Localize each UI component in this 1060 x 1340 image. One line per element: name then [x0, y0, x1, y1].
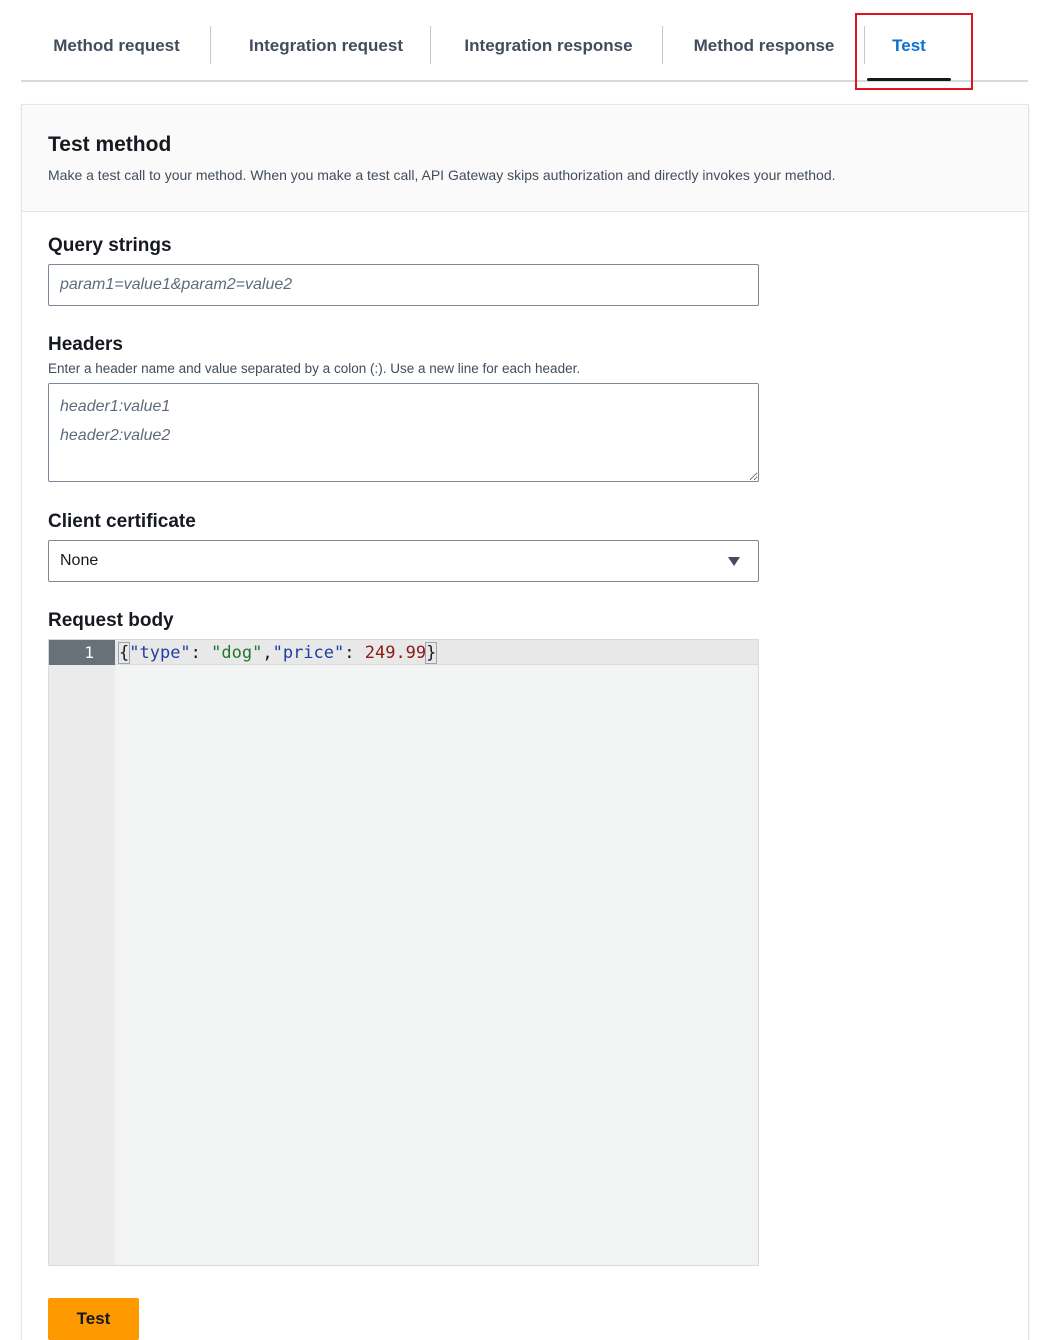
request-body-editor[interactable]: 1 {"type": "dog", "price": 249.99} — [48, 639, 759, 1266]
panel-description: Make a test call to your method. When yo… — [48, 167, 836, 183]
headers-help-text: Enter a header name and value separated … — [48, 361, 581, 376]
code-key-type: "type" — [129, 642, 191, 663]
editor-code-line[interactable]: {"type": "dog", "price": 249.99} — [117, 640, 438, 665]
tab-method-request[interactable]: Method request — [39, 26, 194, 66]
client-certificate-value: None — [60, 552, 99, 569]
test-method-panel: Test method Make a test call to your met… — [21, 104, 1029, 1340]
code-value-price: 249.99 — [364, 642, 427, 663]
editor-gutter — [49, 640, 115, 1265]
tab-separator — [662, 26, 663, 64]
tab-integration-response[interactable]: Integration response — [446, 26, 651, 66]
headers-label: Headers — [48, 334, 123, 355]
panel-header: Test method Make a test call to your met… — [22, 105, 1028, 212]
caret-down-icon — [728, 556, 740, 566]
query-strings-label: Query strings — [48, 235, 172, 256]
highlight-box — [855, 13, 973, 90]
headers-textarea[interactable] — [48, 383, 759, 482]
client-certificate-label: Client certificate — [48, 511, 196, 532]
code-value-dog: "dog" — [211, 642, 263, 663]
test-button[interactable]: Test — [48, 1298, 139, 1340]
code-comma: , — [262, 642, 273, 663]
code-open-brace: { — [117, 641, 131, 664]
code-colon: : — [344, 642, 365, 663]
code-key-price: "price" — [272, 642, 345, 663]
tab-integration-request[interactable]: Integration request — [226, 26, 426, 66]
tab-method-response[interactable]: Method response — [679, 26, 849, 66]
query-strings-input[interactable] — [48, 264, 759, 306]
panel-title: Test method — [48, 133, 172, 156]
request-body-label: Request body — [48, 610, 174, 631]
tab-separator — [210, 26, 211, 64]
editor-line-number: 1 — [49, 640, 115, 665]
client-certificate-select[interactable]: None — [48, 540, 759, 582]
code-colon: : — [190, 642, 212, 663]
tab-separator — [430, 26, 431, 64]
code-close-brace: } — [425, 641, 438, 664]
